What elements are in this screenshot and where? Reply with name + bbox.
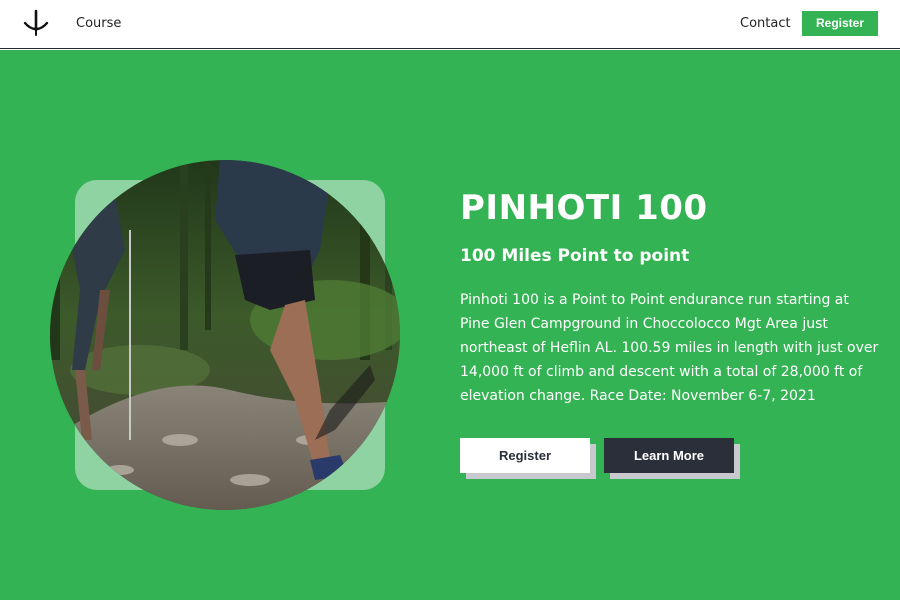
hero-section: PINHOTI 100 100 Miles Point to point Pin… [0, 50, 900, 600]
site-header: Course Contact Register [0, 0, 900, 49]
page-title: PINHOTI 100 [460, 188, 708, 228]
learn-more-button-group: Learn More [604, 438, 740, 479]
trident-icon[interactable] [22, 9, 50, 37]
race-description: Pinhoti 100 is a Point to Point enduranc… [460, 292, 879, 404]
learn-more-button[interactable]: Learn More [604, 438, 734, 473]
hero-register-button[interactable]: Register [460, 438, 590, 473]
register-button-group: Register [460, 438, 596, 479]
header-register-button[interactable]: Register [802, 11, 878, 36]
nav-link-course[interactable]: Course [76, 16, 121, 31]
hero-runner-image [50, 160, 400, 510]
page-subtitle: 100 Miles Point to point [460, 246, 690, 266]
nav-link-contact[interactable]: Contact [740, 16, 791, 31]
